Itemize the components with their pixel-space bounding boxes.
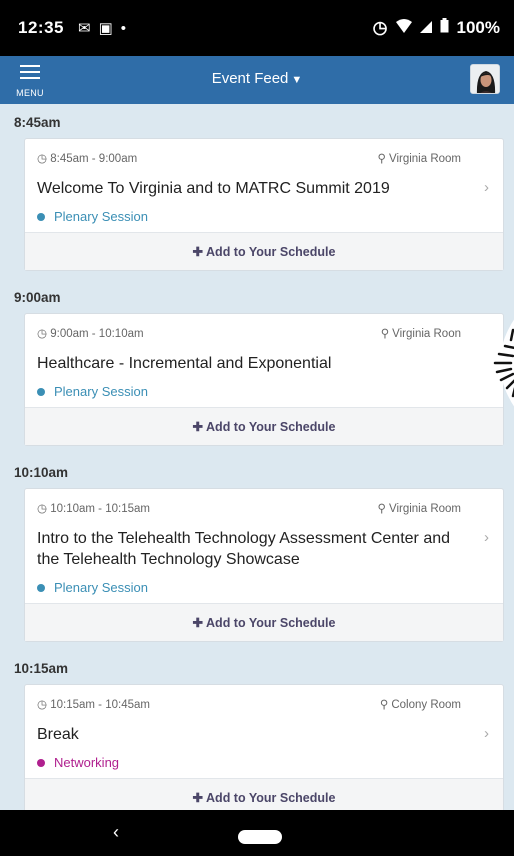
event-title: Intro to the Telehealth Technology Asses… [37, 530, 451, 568]
status-time: 12:35 [18, 18, 64, 37]
battery-level: 100% [456, 18, 500, 37]
event-time-range: ◷ 10:15am - 10:45am [37, 699, 150, 711]
track-dot [37, 212, 45, 221]
event-card[interactable]: ◷ 8:45am - 9:00am ⚲ Virginia Room Welcome… [24, 138, 504, 271]
caret-down-icon: ▼ [291, 74, 303, 86]
avatar[interactable] [470, 64, 500, 94]
event-track: Plenary Session [37, 384, 491, 399]
track-dot [37, 583, 45, 592]
chevron-right-icon: › [484, 725, 489, 742]
location-pin-icon: ⚲ [377, 153, 386, 165]
event-card[interactable]: ◷ 10:15am - 10:45am ⚲ Colony Room Break ›… [24, 684, 504, 810]
plus-icon: ✚ [192, 791, 204, 805]
event-time-range: ◷ 8:45am - 9:00am [37, 153, 138, 165]
plus-icon: ✚ [192, 420, 204, 434]
home-pill-icon[interactable] [238, 830, 282, 844]
battery-icon [440, 18, 449, 38]
event-title: Welcome To Virginia and to MATRC Summit … [37, 180, 390, 197]
gallery-icon: ▣ [98, 20, 113, 37]
status-bar: 12:35 ✉ ▣ • ◷ 100% [0, 0, 514, 56]
event-title: Break [37, 726, 79, 743]
event-feed[interactable]: 8:45am ◷ 8:45am - 9:00am ⚲ Virginia Room … [0, 104, 514, 810]
track-label: Plenary Session [54, 209, 148, 224]
event-location: ⚲ Virginia Room [377, 503, 461, 515]
feed-title-label: Event Feed [211, 70, 289, 87]
event-track: Plenary Session [37, 209, 491, 224]
chevron-right-icon: › [484, 529, 489, 546]
track-dot [37, 387, 45, 396]
event-card[interactable]: ◷ 9:00am - 10:10am ⚲ Virginia Roon Health… [24, 313, 504, 446]
event-title: Healthcare - Incremental and Exponential [37, 355, 332, 372]
add-to-schedule-button[interactable]: ✚ Add to Your Schedule [25, 778, 503, 810]
event-feed-dropdown[interactable]: Event Feed ▼ [0, 70, 514, 87]
add-to-schedule-button[interactable]: ✚ Add to Your Schedule [25, 407, 503, 445]
pull-refresh-spinner-icon [475, 318, 514, 408]
event-card[interactable]: ◷ 10:10am - 10:15am ⚲ Virginia Room Intro… [24, 488, 504, 642]
status-right: ◷ 100% [373, 18, 500, 38]
plus-icon: ✚ [192, 245, 204, 259]
event-time-range: ◷ 10:10am - 10:15am [37, 503, 150, 515]
event-location: ⚲ Colony Room [379, 699, 461, 711]
alarm-icon: ◷ [372, 18, 388, 37]
clock-icon: ◷ [37, 503, 51, 515]
time-header: 9:00am [14, 290, 61, 305]
event-time-range: ◷ 9:00am - 10:10am [37, 328, 144, 340]
event-track: Plenary Session [37, 580, 491, 595]
time-header: 10:10am [14, 465, 69, 480]
event-location: ⚲ Virginia Roon [380, 328, 461, 340]
clock-icon: ◷ [37, 699, 51, 711]
plus-icon: ✚ [192, 616, 204, 630]
track-label: Plenary Session [54, 580, 148, 595]
location-pin-icon: ⚲ [380, 328, 390, 340]
back-icon[interactable]: ‹ [113, 822, 119, 843]
clock-icon: ◷ [37, 328, 51, 340]
dot-icon: • [120, 19, 127, 37]
add-to-schedule-button[interactable]: ✚ Add to Your Schedule [25, 603, 503, 641]
event-track: Networking [37, 755, 491, 770]
gmail-icon: ✉ [77, 20, 91, 37]
event-location: ⚲ Virginia Room [377, 153, 461, 165]
location-pin-icon: ⚲ [379, 699, 389, 711]
wifi-icon [395, 18, 412, 38]
system-nav-bar: ‹ [0, 810, 514, 856]
track-label: Plenary Session [54, 384, 148, 399]
signal-icon [419, 18, 432, 38]
clock-icon: ◷ [37, 153, 51, 165]
time-header: 8:45am [14, 115, 61, 130]
track-dot [37, 758, 45, 767]
add-to-schedule-button[interactable]: ✚ Add to Your Schedule [25, 232, 503, 270]
time-header: 10:15am [14, 661, 69, 676]
chevron-right-icon: › [484, 179, 489, 196]
app-bar: MENU Event Feed ▼ [0, 56, 514, 104]
track-label: Networking [54, 755, 120, 770]
location-pin-icon: ⚲ [377, 503, 386, 515]
menu-label: MENU [16, 88, 44, 98]
